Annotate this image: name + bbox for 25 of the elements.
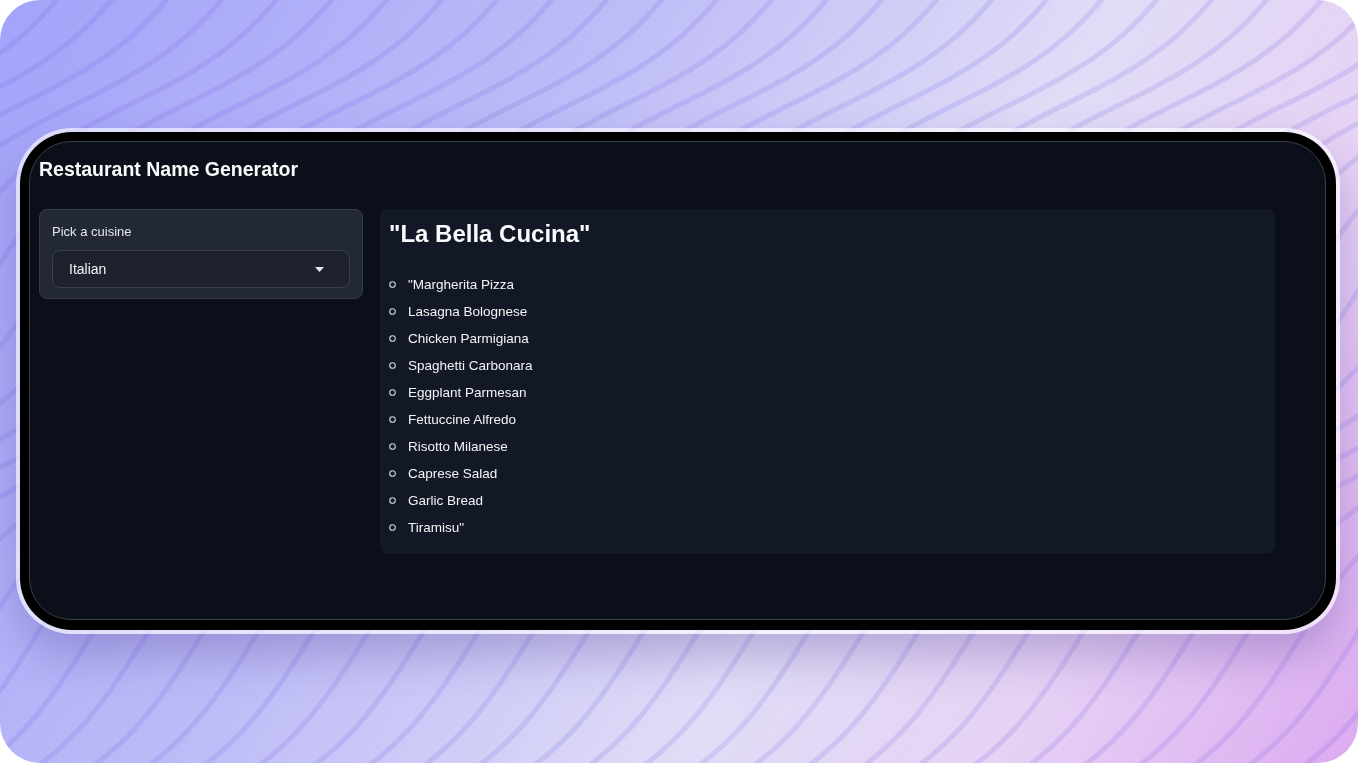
cuisine-dropdown[interactable]: Italian [52,250,350,288]
bullet-icon [389,335,396,342]
field-label: Pick a cuisine [52,224,132,240]
bullet-icon [389,470,396,477]
dish-item: Eggplant Parmesan [408,383,527,402]
bullet-icon [389,362,396,369]
dish-item: Spaghetti Carbonara [408,356,533,375]
bullet-icon [389,308,396,315]
dish-item: Garlic Bread [408,491,484,510]
dish-item: Caprese Salad [408,464,498,483]
dish-item: Tiramisu" [408,518,465,537]
dish-item: "Margherita Pizza [408,275,515,294]
bullet-icon [389,389,396,396]
dish-item: Chicken Parmigiana [408,329,529,348]
dish-item: Risotto Milanese [408,437,508,456]
caret-icon [315,266,324,272]
result-heading: "La Bella Cucina" [389,219,591,249]
bullet-icon [389,416,396,423]
dish-item: Lasagna Bolognese [408,302,528,321]
bullet-icon [389,497,396,504]
app-title: Restaurant Name Generator [39,157,298,181]
bullet-icon [389,281,396,288]
bullet-icon [389,524,396,531]
bullet-icon [389,443,396,450]
dish-item: Fettuccine Alfredo [408,410,517,429]
